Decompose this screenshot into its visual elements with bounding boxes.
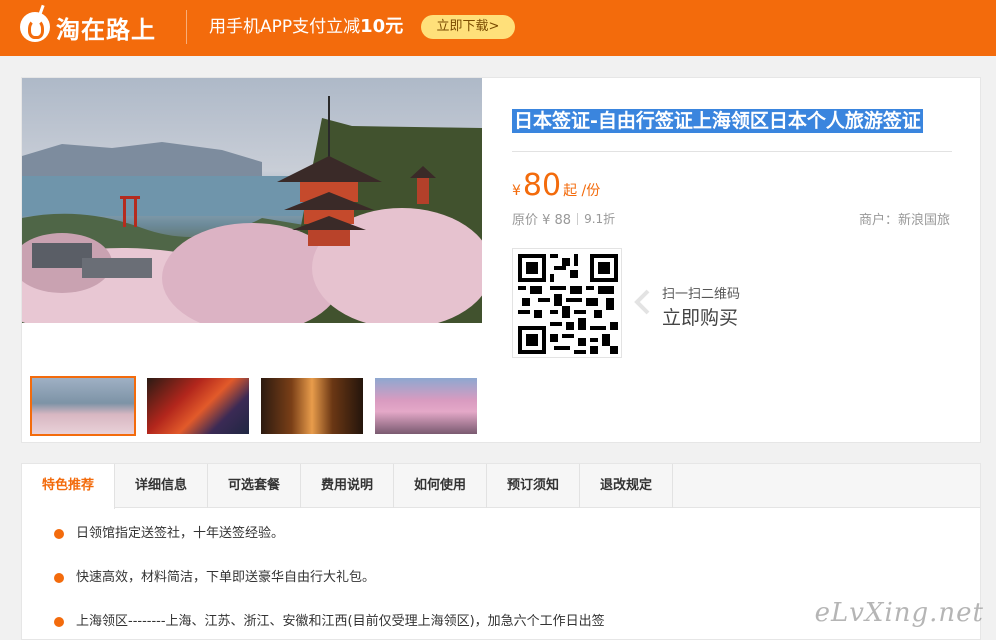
tab-features[interactable]: 特色推荐	[22, 464, 115, 509]
product-card: 日本签证-自由行签证上海领区日本个人旅游签证 ¥ 80 起 /份 原价 ¥ 88…	[21, 77, 981, 443]
feature-text: 快速高效，材料简洁，下单即送豪华自由行大礼包。	[76, 570, 376, 585]
top-bar: 淘在路上 用手机APP支付立减10元 立即下载>	[0, 0, 996, 56]
watermark: eLvXing.net	[814, 598, 984, 628]
thumbnail-2[interactable]	[147, 378, 249, 434]
download-app-button[interactable]: 立即下载>	[421, 15, 515, 39]
list-item: 上海领区--------上海、江苏、浙江、安徽和江西(目前仅受理上海领区)，加急…	[54, 612, 605, 632]
tab-details[interactable]: 详细信息	[115, 464, 208, 508]
tab-booking-notes[interactable]: 预订须知	[487, 464, 580, 508]
price-row: ¥ 80 起 /份	[512, 170, 600, 202]
price-unit: 起 /份	[563, 183, 601, 199]
promo-amount: 10元	[360, 16, 404, 37]
logo-text: 淘在路上	[56, 15, 156, 44]
header-divider	[186, 10, 187, 44]
logo-icon	[20, 12, 50, 42]
bullet-icon	[54, 529, 64, 539]
thumbnail-4[interactable]	[375, 378, 477, 434]
chevron-left-icon	[634, 289, 650, 315]
app-promo-text: 用手机APP支付立减10元	[209, 15, 403, 39]
scan-hint: 扫一扫二维码	[662, 287, 741, 302]
main-product-photo	[22, 78, 482, 323]
product-title: 日本签证-自由行签证上海领区日本个人旅游签证	[512, 109, 923, 133]
thumbnail-3[interactable]	[261, 378, 363, 434]
bullet-icon	[54, 573, 64, 583]
discount-badge: 9.1折	[584, 212, 616, 226]
list-item: 快速高效，材料简洁，下单即送豪华自由行大礼包。	[54, 568, 605, 588]
feature-text: 上海领区--------上海、江苏、浙江、安徽和江西(目前仅受理上海领区)，加急…	[76, 614, 605, 629]
price-value: 80	[522, 168, 562, 203]
price-separator	[577, 212, 579, 225]
tab-how-to-use[interactable]: 如何使用	[394, 464, 487, 508]
tab-refund-policy[interactable]: 退改规定	[580, 464, 673, 508]
title-box: 日本签证-自由行签证上海领区日本个人旅游签证	[512, 108, 923, 134]
promo-prefix: 用手机APP支付立减	[209, 17, 361, 37]
thumbnail-1[interactable]	[30, 376, 136, 436]
original-price-row: 原价 ¥ 88 9.1折	[512, 209, 615, 228]
currency-symbol: ¥	[512, 183, 521, 199]
tab-packages[interactable]: 可选套餐	[208, 464, 301, 508]
bullet-icon	[54, 617, 64, 627]
logo[interactable]: 淘在路上	[20, 8, 156, 46]
list-item: 日领馆指定送签社，十年送签经验。	[54, 524, 605, 544]
original-price: 原价 ¥ 88	[512, 213, 572, 228]
feature-text: 日领馆指定送签社，十年送签经验。	[76, 526, 285, 541]
buy-now-label[interactable]: 立即购买	[662, 303, 738, 330]
merchant-name: 商户：新浪国旅	[858, 213, 950, 228]
feature-list: 日领馆指定送签社，十年送签经验。 快速高效，材料简洁，下单即送豪华自由行大礼包。…	[54, 524, 605, 640]
title-divider	[512, 151, 952, 152]
qr-code	[512, 248, 622, 358]
detail-tabs: 特色推荐 详细信息 可选套餐 费用说明 如何使用 预订须知 退改规定	[22, 464, 980, 509]
tab-fees[interactable]: 费用说明	[301, 464, 394, 508]
